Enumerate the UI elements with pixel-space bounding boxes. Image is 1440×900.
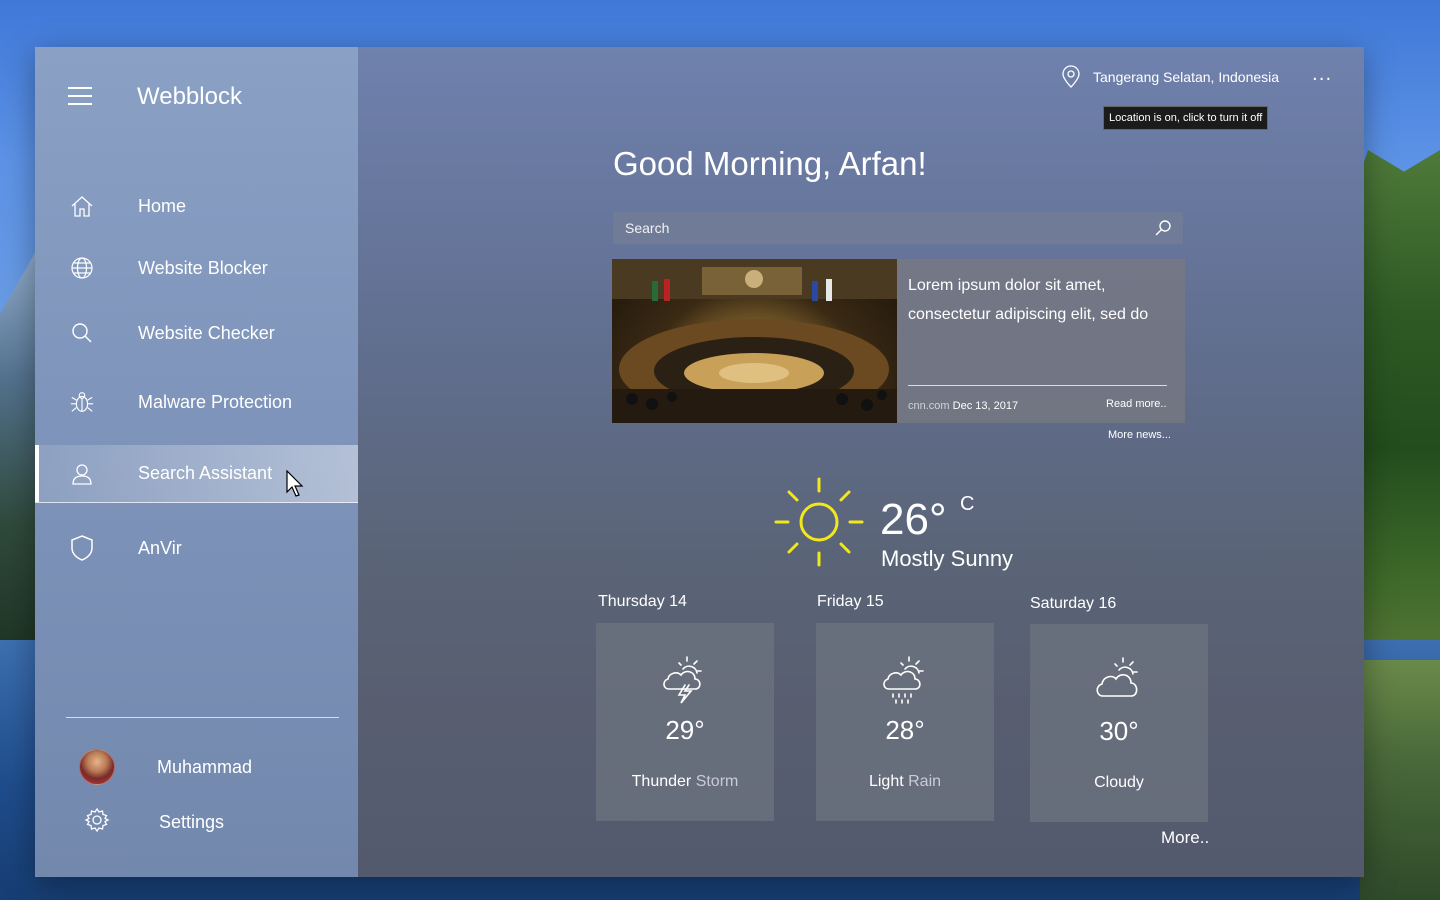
app-title: Webblock <box>137 83 242 110</box>
avatar <box>79 749 115 785</box>
news-meta: cnn.com Dec 13, 2017 <box>908 400 1018 412</box>
sidebar-item-home[interactable]: Home <box>35 177 358 235</box>
forecast-condition-sub: Rain <box>908 773 942 790</box>
sidebar-item-malware-protection[interactable]: Malware Protection <box>35 373 358 431</box>
sidebar-divider <box>66 717 339 718</box>
sidebar-item-label: Search Assistant <box>138 463 273 483</box>
forecast-day: Thursday 14 <box>598 593 687 610</box>
search-input[interactable] <box>613 220 1153 236</box>
forecast-condition-sub: Storm <box>695 773 739 790</box>
shield-icon <box>69 535 95 561</box>
news-body: Lorem ipsum dolor sit amet, consectetur … <box>897 259 1185 423</box>
forecast-condition-main: Thunder <box>631 773 692 790</box>
forecast-temp: 28° <box>885 715 925 745</box>
gear-icon <box>84 807 110 837</box>
sidebar-item-label: Website Blocker <box>138 257 268 278</box>
sidebar-item-website-blocker[interactable]: Website Blocker <box>35 239 358 297</box>
news-divider <box>908 385 1167 386</box>
bug-icon <box>69 389 95 415</box>
temperature-unit: C <box>960 493 975 515</box>
sidebar-item-anvir[interactable]: AnVir <box>35 519 358 577</box>
sun-icon <box>774 477 864 567</box>
sidebar-item-label: AnVir <box>138 537 182 558</box>
sidebar-item-label: Home <box>138 195 187 216</box>
settings-label: Settings <box>159 811 225 832</box>
app-window: Webblock Home Website Blocker Website Ch… <box>35 47 1364 877</box>
search-bar[interactable] <box>613 212 1183 244</box>
mouse-cursor-icon <box>286 469 306 498</box>
more-dots-icon[interactable]: ··· <box>1312 69 1332 90</box>
sidebar: Webblock Home Website Blocker Website Ch… <box>35 47 358 877</box>
news-source: cnn.com <box>908 400 950 412</box>
forecast-day: Friday 15 <box>817 593 884 610</box>
forecast-temp: 29° <box>665 715 705 745</box>
search-icon <box>69 320 95 346</box>
user-name: Muhammad <box>157 756 253 777</box>
search-icon[interactable] <box>1153 218 1173 238</box>
forecast-card[interactable]: 30° Cloudy <box>1030 624 1208 822</box>
location-tooltip: Location is on, click to turn it off <box>1103 106 1269 130</box>
rain-icon <box>877 651 933 707</box>
main-content: Tangerang Selatan, Indonesia ··· Locatio… <box>358 47 1364 877</box>
settings-button[interactable]: Settings <box>84 807 224 837</box>
current-weather: 26° C Mostly Sunny <box>774 477 1094 577</box>
home-icon <box>69 193 95 219</box>
forecast-card[interactable]: 28° Light Rain <box>816 623 994 821</box>
hamburger-menu-icon[interactable] <box>68 87 92 107</box>
location-text: Tangerang Selatan, Indonesia <box>1093 69 1280 85</box>
background-shore <box>1360 660 1440 900</box>
news-text: Lorem ipsum dolor sit amet, consectetur … <box>908 277 1149 323</box>
user-assistant-icon <box>69 461 95 487</box>
forecast-condition-main: Cloudy <box>1094 774 1144 791</box>
forecast-condition: Cloudy <box>1030 774 1208 792</box>
more-weather-link[interactable]: More.. <box>1161 828 1209 848</box>
forecast-temp: 30° <box>1099 716 1139 746</box>
current-temperature: 26° <box>880 495 947 544</box>
globe-icon <box>69 255 95 281</box>
location-pin-icon <box>1061 65 1081 89</box>
forecast-condition: Light Rain <box>816 773 994 791</box>
sidebar-item-search-assistant[interactable]: Search Assistant <box>35 445 358 503</box>
forecast-condition: Thunder Storm <box>596 773 774 791</box>
sidebar-item-website-checker[interactable]: Website Checker <box>35 304 358 362</box>
forecast-card[interactable]: 29° Thunder Storm <box>596 623 774 821</box>
forecast-condition-main: Light <box>868 773 904 790</box>
user-profile[interactable]: Muhammad <box>79 749 252 785</box>
news-card[interactable]: Lorem ipsum dolor sit amet, consectetur … <box>612 259 1185 423</box>
thunderstorm-icon <box>657 651 713 707</box>
current-condition: Mostly Sunny <box>881 546 1014 571</box>
greeting: Good Morning, Arfan! <box>613 145 927 182</box>
sidebar-item-label: Malware Protection <box>138 391 293 412</box>
more-news-link[interactable]: More news... <box>1108 429 1171 441</box>
read-more-link[interactable]: Read more.. <box>1106 398 1167 410</box>
forecast-day: Saturday 16 <box>1030 595 1117 612</box>
cloudy-icon <box>1091 652 1147 708</box>
news-date: Dec 13, 2017 <box>952 400 1019 412</box>
location-toggle[interactable]: Tangerang Selatan, Indonesia <box>1061 65 1279 89</box>
news-image <box>612 259 897 423</box>
sidebar-item-label: Website Checker <box>138 322 275 343</box>
